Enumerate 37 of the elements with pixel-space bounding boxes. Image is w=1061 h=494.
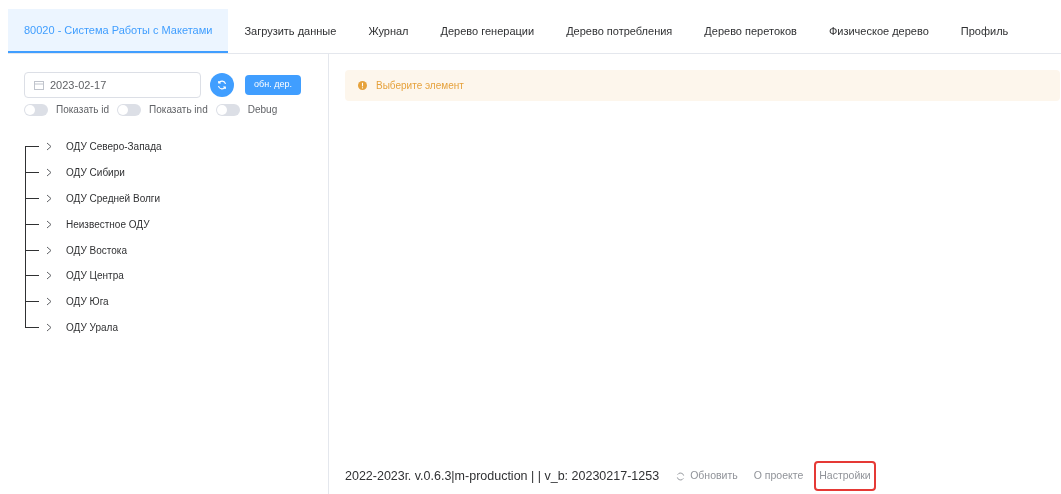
warning-alert: Выберите элемент xyxy=(345,70,1060,101)
date-field[interactable]: 2023-02-17 xyxy=(24,72,201,98)
tree-item[interactable]: ОДУ Северо-Запада xyxy=(66,139,162,155)
toggle-label: Показать id xyxy=(56,103,110,117)
tree-item[interactable]: ОДУ Юга xyxy=(66,294,109,310)
toggle-label: Показать ind xyxy=(149,103,208,117)
tab[interactable]: Дерево перетоков xyxy=(688,9,813,53)
chevron-icon[interactable] xyxy=(46,245,52,255)
tree-item[interactable]: ОДУ Средней Волги xyxy=(66,191,161,206)
refresh-icon xyxy=(676,471,686,481)
chevron-icon[interactable] xyxy=(46,219,52,229)
warning-icon xyxy=(358,81,367,90)
toggle-switch[interactable] xyxy=(215,103,240,116)
toggle-switch[interactable] xyxy=(117,103,142,116)
chevron-icon[interactable] xyxy=(46,142,52,152)
refresh-button[interactable] xyxy=(210,73,234,97)
version-text: 2022-2023г. v.0.6.3|m-production | | v_b: 20230217-1253 xyxy=(345,467,660,485)
tab[interactable]: Физическое дерево xyxy=(812,9,945,53)
chevron-icon[interactable] xyxy=(46,168,52,178)
calendar-icon xyxy=(34,80,44,90)
chevron-icon[interactable] xyxy=(46,297,52,307)
tree-item[interactable]: ОДУ Востока xyxy=(66,242,127,258)
tree-item[interactable]: Неизвестное ОДУ xyxy=(66,216,150,232)
toggle-switch[interactable] xyxy=(24,103,48,116)
chevron-icon[interactable] xyxy=(46,322,52,332)
tab[interactable]: Дерево генерации xyxy=(424,9,551,53)
refresh-icon xyxy=(217,80,227,90)
toggle-label: Debug xyxy=(247,103,278,117)
tab[interactable]: Дерево потребления xyxy=(550,9,689,53)
tree-item[interactable]: ОДУ Сибири xyxy=(66,165,125,181)
tab[interactable]: Профиль xyxy=(944,9,1025,53)
chevron-icon[interactable] xyxy=(46,271,52,281)
tree-item[interactable]: ОДУ Центра xyxy=(66,268,124,284)
tab[interactable]: Загрузить данные xyxy=(228,9,353,53)
chevron-icon[interactable] xyxy=(46,194,52,203)
tree-item[interactable]: ОДУ Урала xyxy=(66,319,118,335)
tab[interactable]: Журнал xyxy=(352,9,425,53)
